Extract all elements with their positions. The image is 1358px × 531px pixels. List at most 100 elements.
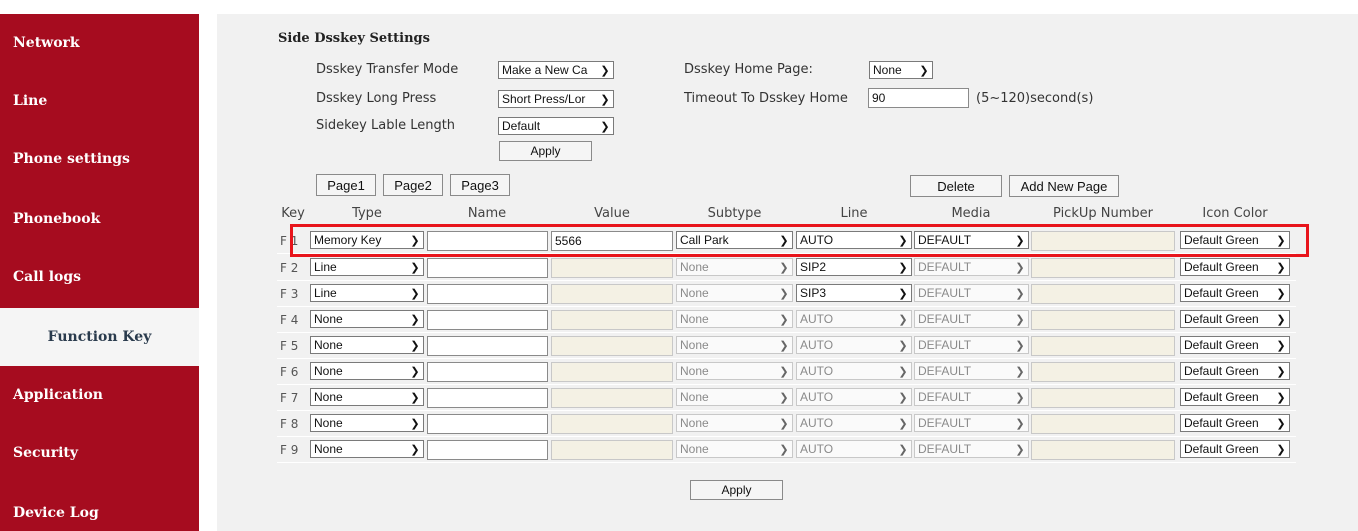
sidebar-item-network[interactable]: Network [0, 14, 199, 72]
key-label: F 8 [280, 417, 299, 431]
value-input[interactable] [551, 284, 673, 304]
pickup-number-input[interactable] [1031, 231, 1175, 251]
icon-color-select[interactable]: Default Green ❯ [1180, 388, 1290, 406]
media-select[interactable]: DEFAULT ❯ [914, 310, 1029, 328]
media-select[interactable]: DEFAULT ❯ [914, 440, 1029, 458]
sidebar-item-line[interactable]: Line [0, 72, 199, 130]
value-input[interactable] [551, 440, 673, 460]
sidebar-item-phone-settings[interactable]: Phone settings [0, 130, 199, 188]
value-input[interactable] [551, 310, 673, 330]
line-select[interactable]: SIP2 ❯ [796, 258, 912, 276]
line-select[interactable]: AUTO ❯ [796, 362, 912, 380]
line-select[interactable]: AUTO ❯ [796, 388, 912, 406]
name-input[interactable] [427, 362, 548, 382]
chevron-down-icon: ❯ [410, 339, 420, 352]
pickup-number-input[interactable] [1031, 362, 1175, 382]
page2-button[interactable]: Page2 [383, 174, 443, 196]
line-select[interactable]: AUTO ❯ [796, 310, 912, 328]
page1-button[interactable]: Page1 [316, 174, 376, 196]
icon-color-select[interactable]: Default Green ❯ [1180, 284, 1290, 302]
icon-color-select[interactable]: Default Green ❯ [1180, 310, 1290, 328]
name-input[interactable] [427, 388, 548, 408]
name-input[interactable] [427, 231, 548, 251]
apply-settings-button[interactable]: Apply [499, 141, 592, 161]
type-select[interactable]: None ❯ [310, 414, 424, 432]
header-name: Name [467, 206, 507, 221]
subtype-select[interactable]: None ❯ [676, 440, 793, 458]
media-select[interactable]: DEFAULT ❯ [914, 231, 1029, 249]
type-select[interactable]: Memory Key ❯ [310, 231, 424, 249]
lable-length-label: Sidekey Lable Length [316, 118, 456, 133]
pickup-number-input[interactable] [1031, 310, 1175, 330]
pickup-number-input[interactable] [1031, 336, 1175, 356]
subtype-select[interactable]: None ❯ [676, 414, 793, 432]
value-input[interactable] [551, 336, 673, 356]
apply-button[interactable]: Apply [690, 480, 783, 500]
sidebar-item-call-logs[interactable]: Call logs [0, 248, 199, 306]
sidebar-item-function-key[interactable]: Function Key [0, 308, 199, 366]
line-select[interactable]: AUTO ❯ [796, 414, 912, 432]
timeout-input[interactable]: 90 [868, 88, 969, 108]
icon-color-select[interactable]: Default Green ❯ [1180, 258, 1290, 276]
pickup-number-input[interactable] [1031, 388, 1175, 408]
name-input[interactable] [427, 310, 548, 330]
subtype-select[interactable]: None ❯ [676, 336, 793, 354]
sidebar-item-security[interactable]: Security [0, 424, 199, 482]
sidebar-item-phonebook[interactable]: Phonebook [0, 190, 199, 248]
pickup-number-input[interactable] [1031, 414, 1175, 434]
pickup-number-input[interactable] [1031, 258, 1175, 278]
line-select[interactable]: AUTO ❯ [796, 231, 912, 249]
sidebar-item-device-log[interactable]: Device Log [0, 484, 199, 531]
chevron-down-icon: ❯ [1276, 313, 1286, 326]
value-input[interactable] [551, 388, 673, 408]
name-input[interactable] [427, 336, 548, 356]
media-select[interactable]: DEFAULT ❯ [914, 258, 1029, 276]
subtype-select[interactable]: None ❯ [676, 362, 793, 380]
subtype-select[interactable]: None ❯ [676, 284, 793, 302]
transfer-mode-select[interactable]: Make a New Ca ❯ [498, 61, 614, 79]
long-press-select[interactable]: Short Press/Lor ❯ [498, 90, 614, 108]
subtype-select[interactable]: Call Park ❯ [676, 231, 793, 249]
sidebar-item-application[interactable]: Application [0, 366, 199, 424]
media-select[interactable]: DEFAULT ❯ [914, 284, 1029, 302]
value-input[interactable] [551, 258, 673, 278]
line-select[interactable]: AUTO ❯ [796, 336, 912, 354]
subtype-select[interactable]: None ❯ [676, 258, 793, 276]
delete-page-button[interactable]: Delete [910, 175, 1002, 197]
pickup-number-input[interactable] [1031, 440, 1175, 460]
name-input[interactable] [427, 440, 548, 460]
type-select[interactable]: None ❯ [310, 362, 424, 380]
media-select[interactable]: DEFAULT ❯ [914, 388, 1029, 406]
icon-color-select[interactable]: Default Green ❯ [1180, 231, 1290, 249]
value-input[interactable] [551, 414, 673, 434]
name-input[interactable] [427, 414, 548, 434]
media-select[interactable]: DEFAULT ❯ [914, 362, 1029, 380]
line-select[interactable]: SIP3 ❯ [796, 284, 912, 302]
pickup-number-input[interactable] [1031, 284, 1175, 304]
chevron-down-icon: ❯ [1276, 261, 1286, 274]
type-select[interactable]: Line ❯ [310, 284, 424, 302]
chevron-down-icon: ❯ [779, 365, 789, 378]
value-input[interactable] [551, 362, 673, 382]
type-select[interactable]: None ❯ [310, 440, 424, 458]
name-input[interactable] [427, 284, 548, 304]
name-input[interactable] [427, 258, 548, 278]
type-select[interactable]: None ❯ [310, 310, 424, 328]
type-select[interactable]: None ❯ [310, 336, 424, 354]
icon-color-select[interactable]: Default Green ❯ [1180, 440, 1290, 458]
value-input[interactable]: 5566 [551, 231, 673, 251]
icon-color-select[interactable]: Default Green ❯ [1180, 414, 1290, 432]
home-page-select[interactable]: None ❯ [869, 61, 933, 79]
add-new-page-button[interactable]: Add New Page [1009, 175, 1119, 197]
line-select[interactable]: AUTO ❯ [796, 440, 912, 458]
subtype-select[interactable]: None ❯ [676, 388, 793, 406]
type-select[interactable]: Line ❯ [310, 258, 424, 276]
media-select[interactable]: DEFAULT ❯ [914, 336, 1029, 354]
subtype-select[interactable]: None ❯ [676, 310, 793, 328]
type-select[interactable]: None ❯ [310, 388, 424, 406]
page3-button[interactable]: Page3 [450, 174, 510, 196]
lable-length-select[interactable]: Default ❯ [498, 117, 614, 135]
icon-color-select[interactable]: Default Green ❯ [1180, 336, 1290, 354]
icon-color-select[interactable]: Default Green ❯ [1180, 362, 1290, 380]
media-select[interactable]: DEFAULT ❯ [914, 414, 1029, 432]
